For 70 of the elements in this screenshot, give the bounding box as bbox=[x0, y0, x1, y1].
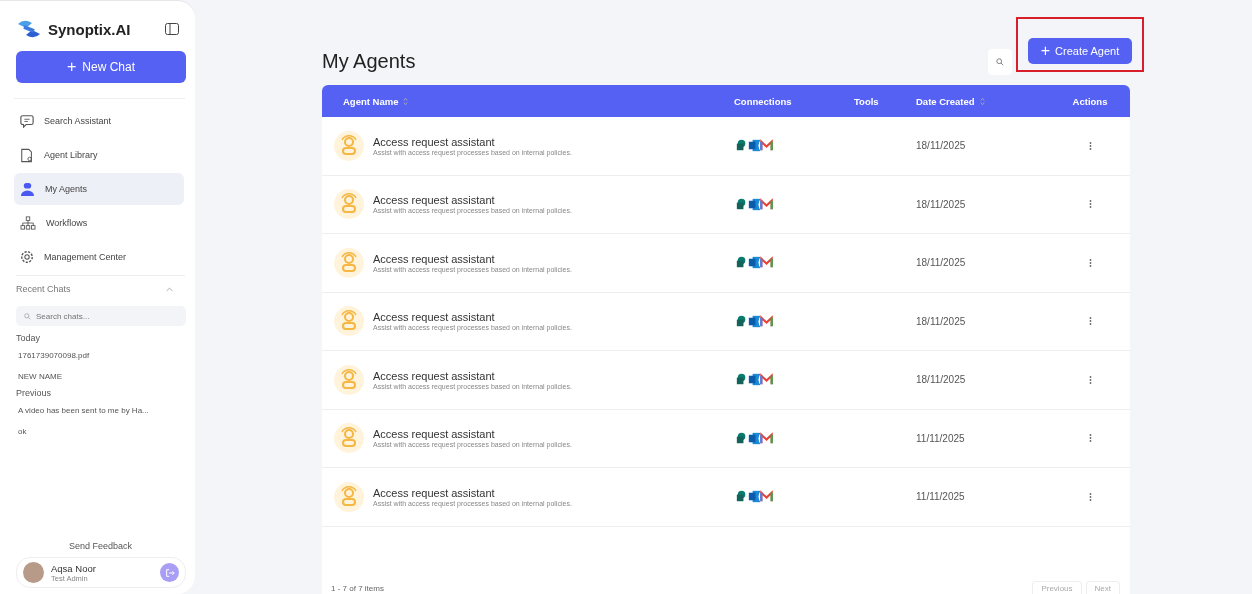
date-cell-text: 18/11/2025 bbox=[916, 198, 967, 210]
column-header: Connections bbox=[734, 95, 793, 107]
column-header: Actions bbox=[1071, 95, 1109, 107]
settings-icon bbox=[20, 250, 34, 264]
more-options-icon[interactable] bbox=[1088, 140, 1092, 151]
search-icon bbox=[24, 312, 31, 320]
brand-name: Synoptix.AI bbox=[48, 20, 132, 38]
search-icon bbox=[996, 58, 1004, 66]
search-field[interactable]: Search chats... bbox=[16, 306, 186, 326]
agent-name: Access request assistant bbox=[373, 311, 496, 324]
more-options-icon[interactable] bbox=[1088, 316, 1092, 327]
agent-avatar-icon bbox=[334, 189, 364, 220]
date-cell-text: 11/11/2025 bbox=[916, 491, 966, 503]
more-options-icon[interactable] bbox=[1088, 374, 1092, 385]
user-name: Aqsa Noor bbox=[51, 562, 97, 574]
agent-avatar-icon bbox=[334, 306, 364, 337]
mail-icon bbox=[758, 429, 775, 447]
chat-item[interactable]: ok bbox=[16, 427, 185, 436]
document-icon bbox=[20, 147, 34, 163]
new-chat-button[interactable]: + New Chat bbox=[16, 51, 186, 83]
date-cell-text: 18/11/2025 bbox=[916, 140, 967, 152]
chat-icon bbox=[20, 114, 34, 128]
agent-name: Access request assistant bbox=[373, 369, 496, 382]
nav-item[interactable]: Workflows bbox=[14, 207, 184, 239]
agent-name: Access request assistant bbox=[373, 135, 496, 148]
column-header[interactable]: Date Created bbox=[916, 95, 1050, 107]
agent-avatar-icon bbox=[334, 364, 364, 395]
mail-icon bbox=[758, 312, 775, 330]
feedback-link[interactable]: Send Feedback bbox=[16, 541, 185, 551]
agent-name: Access request assistant bbox=[373, 252, 496, 265]
agent-avatar-icon bbox=[334, 130, 364, 161]
mail-icon bbox=[758, 195, 775, 213]
more-options-icon[interactable] bbox=[1088, 491, 1092, 502]
column-header[interactable]: Agent Name bbox=[322, 95, 734, 107]
chat-item[interactable]: 1761739070098.pdf bbox=[16, 351, 185, 360]
group-label: Previous bbox=[16, 388, 52, 398]
agent-avatar-icon bbox=[334, 481, 364, 512]
agent-name: Access request assistant bbox=[373, 486, 496, 499]
nav-item[interactable]: Search Assistant bbox=[14, 105, 184, 137]
chat-item[interactable]: A video has been sent to me by Ha... bbox=[16, 406, 185, 415]
avatar bbox=[23, 562, 44, 583]
more-options-icon[interactable] bbox=[1088, 199, 1092, 210]
date-cell-text: 11/11/2025 bbox=[916, 432, 966, 444]
agent-name: Access request assistant bbox=[373, 194, 496, 207]
chat-item[interactable]: NEW NAME bbox=[16, 372, 185, 381]
nav-item[interactable]: Management Center bbox=[14, 241, 184, 273]
agent-avatar-icon bbox=[334, 423, 364, 454]
date-cell-text: 18/11/2025 bbox=[916, 315, 967, 327]
page-title: My Agents bbox=[322, 49, 416, 73]
agent-name: Access request assistant bbox=[373, 428, 496, 441]
sort-icon bbox=[403, 96, 409, 106]
sort-icon bbox=[979, 96, 985, 106]
workflow-icon bbox=[20, 216, 36, 230]
sidebar-toggle-icon[interactable] bbox=[165, 23, 179, 35]
date-cell-text: 18/11/2025 bbox=[916, 257, 967, 269]
column-header: Tools bbox=[854, 95, 880, 107]
nav-item[interactable]: Agent Library bbox=[14, 139, 184, 171]
nav-item[interactable]: My Agents bbox=[14, 173, 184, 205]
date-cell-text: 18/11/2025 bbox=[916, 374, 967, 386]
section-title: Recent Chats bbox=[16, 284, 71, 294]
agent-avatar-icon bbox=[334, 247, 364, 278]
create-agent-button[interactable]: + Create Agent bbox=[1028, 37, 1132, 64]
pagination-summary: 1 - 7 of 7 items bbox=[331, 584, 384, 593]
group-label: Today bbox=[16, 333, 42, 343]
more-options-icon[interactable] bbox=[1088, 257, 1092, 268]
robot-icon bbox=[20, 181, 35, 197]
more-options-icon[interactable] bbox=[1088, 433, 1092, 444]
logo-icon bbox=[16, 18, 42, 40]
search-field[interactable]: Search chats... bbox=[36, 311, 176, 321]
logout-icon bbox=[164, 567, 175, 578]
